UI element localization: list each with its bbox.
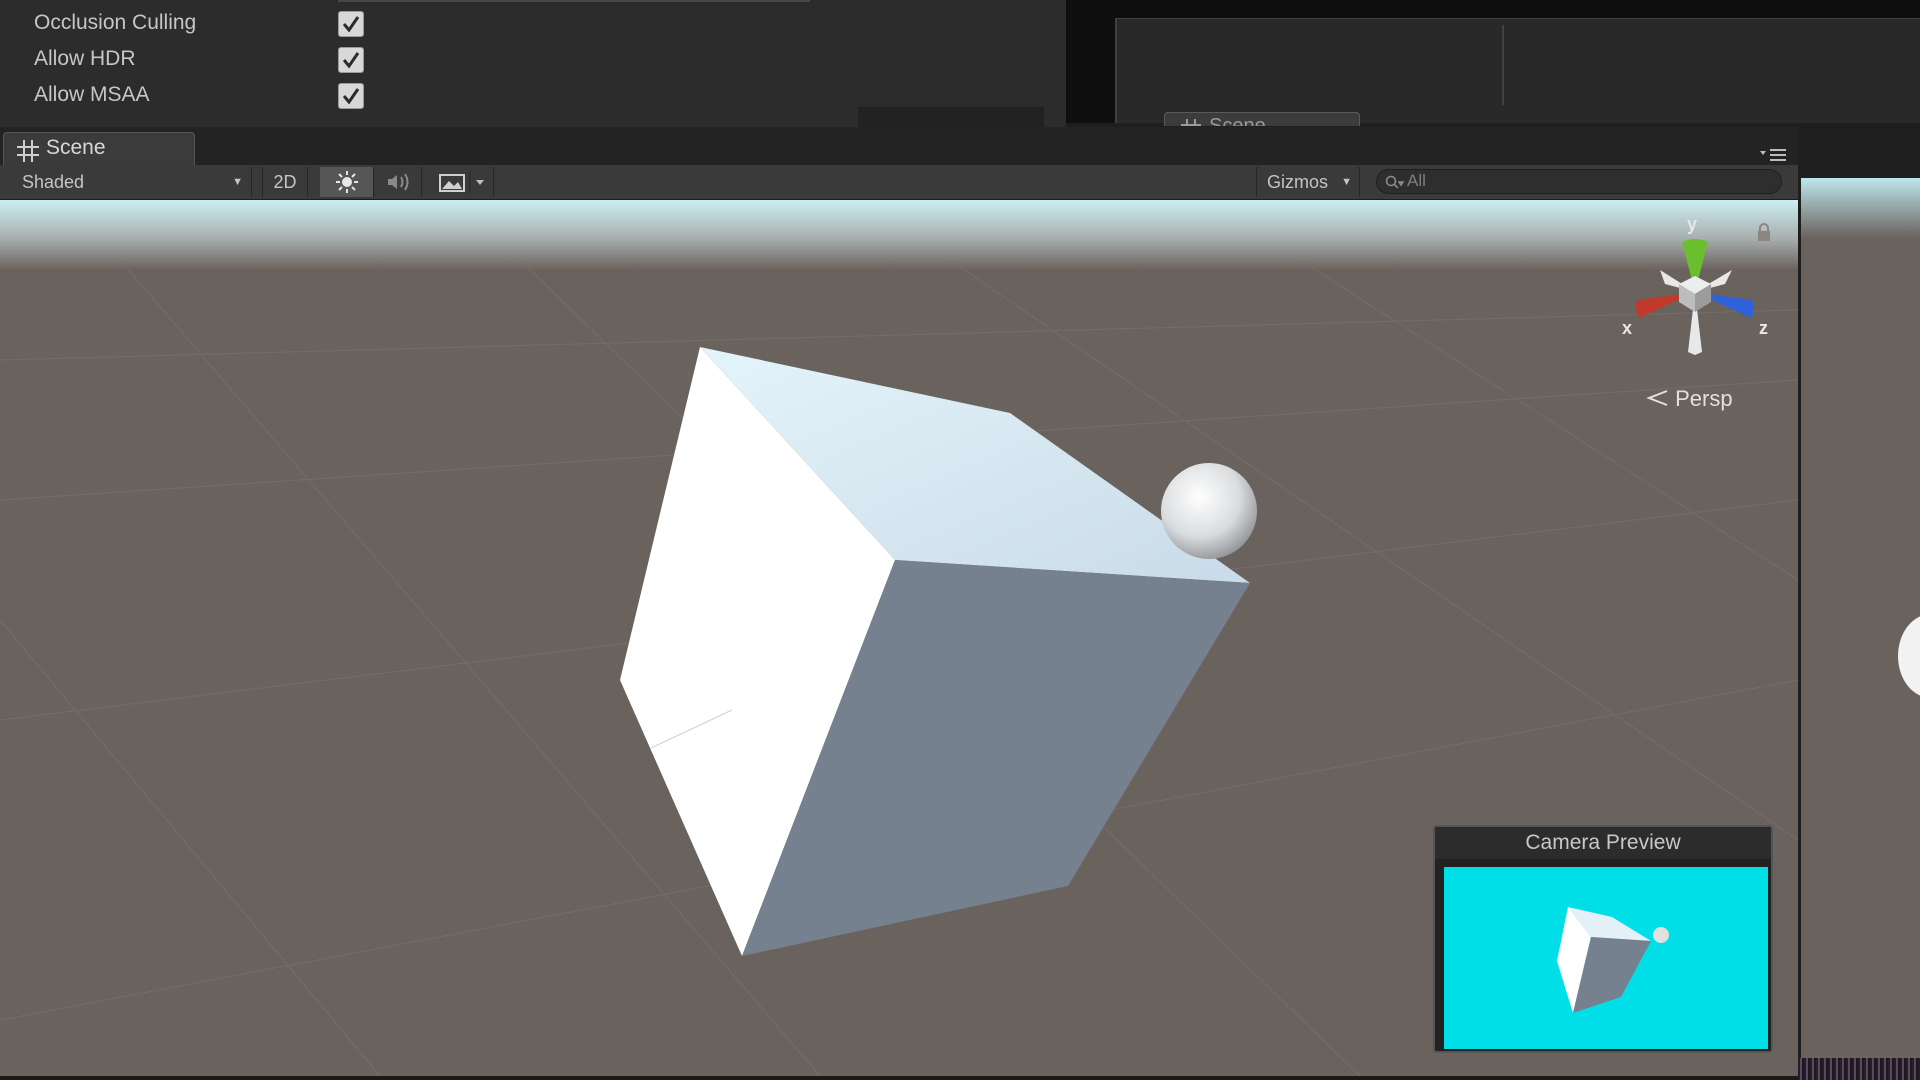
audio-toggle-button[interactable]: [376, 167, 422, 197]
background-scene-window: Scene: [1115, 18, 1920, 126]
panel-shadow: [858, 107, 1044, 127]
camera-preview-panel: Camera Preview: [1433, 825, 1773, 1053]
checkmark-icon: [342, 52, 360, 69]
tab-scene[interactable]: Scene: [3, 132, 195, 165]
checkmark-icon: [342, 16, 360, 33]
projection-label: Persp: [1675, 386, 1733, 411]
gizmos-dropdown[interactable]: Gizmos ▼: [1256, 167, 1360, 197]
right-scene-render: [1898, 616, 1920, 696]
draw-mode-label: Shaded: [22, 172, 85, 192]
background-scene-tab[interactable]: Scene: [1164, 112, 1360, 126]
effects-dropdown[interactable]: [432, 167, 494, 197]
speaker-icon: [388, 173, 409, 191]
scene-tab-label: Scene: [46, 136, 106, 159]
sphere-object[interactable]: [1161, 463, 1257, 559]
lighting-toggle-button[interactable]: [320, 167, 374, 197]
image-effects-icon: [439, 171, 484, 193]
hierarchy-search-input[interactable]: All: [1376, 169, 1782, 194]
camera-preview-title: Camera Preview: [1435, 827, 1771, 859]
scene-toolbar: Shaded ▼ 2D Gizmos ▼ All: [0, 165, 1798, 200]
allow-hdr-label: Allow HDR: [34, 47, 136, 70]
grid-icon: [1181, 119, 1201, 126]
inspector-panel: Occlusion Culling Allow HDR Allow MSAA: [0, 0, 1066, 127]
axis-gizmo-icon: [1636, 239, 1754, 355]
search-icon: [1385, 175, 1405, 189]
camera-preview-render: [1444, 867, 1768, 1049]
right-scene-view: [1801, 178, 1920, 1058]
render-artifact: [1798, 1058, 1920, 1080]
allow-msaa-label: Allow MSAA: [34, 83, 150, 106]
chevron-down-icon: ▼: [1341, 176, 1352, 188]
orientation-gizmo[interactable]: [1615, 212, 1775, 372]
allow-hdr-checkbox[interactable]: [338, 47, 364, 73]
gizmo-x-label: x: [1622, 318, 1633, 338]
occlusion-culling-label: Occlusion Culling: [34, 11, 197, 34]
sun-icon: [336, 171, 358, 193]
scene-tab-bar: Scene: [0, 127, 1798, 165]
gizmo-z-label: z: [1759, 318, 1768, 338]
gizmo-y-label: y: [1687, 214, 1698, 234]
preview-image: [1557, 907, 1669, 1013]
panel-menu-icon[interactable]: [1760, 147, 1786, 163]
grid-icon: [17, 140, 39, 162]
chevron-down-icon: ▼: [232, 176, 243, 188]
projection-toggle[interactable]: Persp: [1645, 386, 1733, 412]
splitter[interactable]: [1502, 25, 1504, 105]
background-scene-tab-label: Scene: [1209, 115, 1266, 126]
divider: [338, 0, 810, 2]
window-border: [0, 1076, 1798, 1080]
draw-mode-dropdown[interactable]: Shaded ▼: [0, 167, 252, 197]
checkmark-icon: [342, 88, 360, 105]
search-placeholder: All: [1407, 171, 1426, 190]
right-overlapped-window: [1798, 146, 1920, 1080]
allow-msaa-checkbox[interactable]: [338, 83, 364, 109]
gizmos-label: Gizmos: [1267, 172, 1329, 192]
occlusion-culling-checkbox[interactable]: [338, 11, 364, 37]
2d-toggle-button[interactable]: 2D: [262, 167, 308, 197]
perspective-icon: [1646, 390, 1668, 406]
